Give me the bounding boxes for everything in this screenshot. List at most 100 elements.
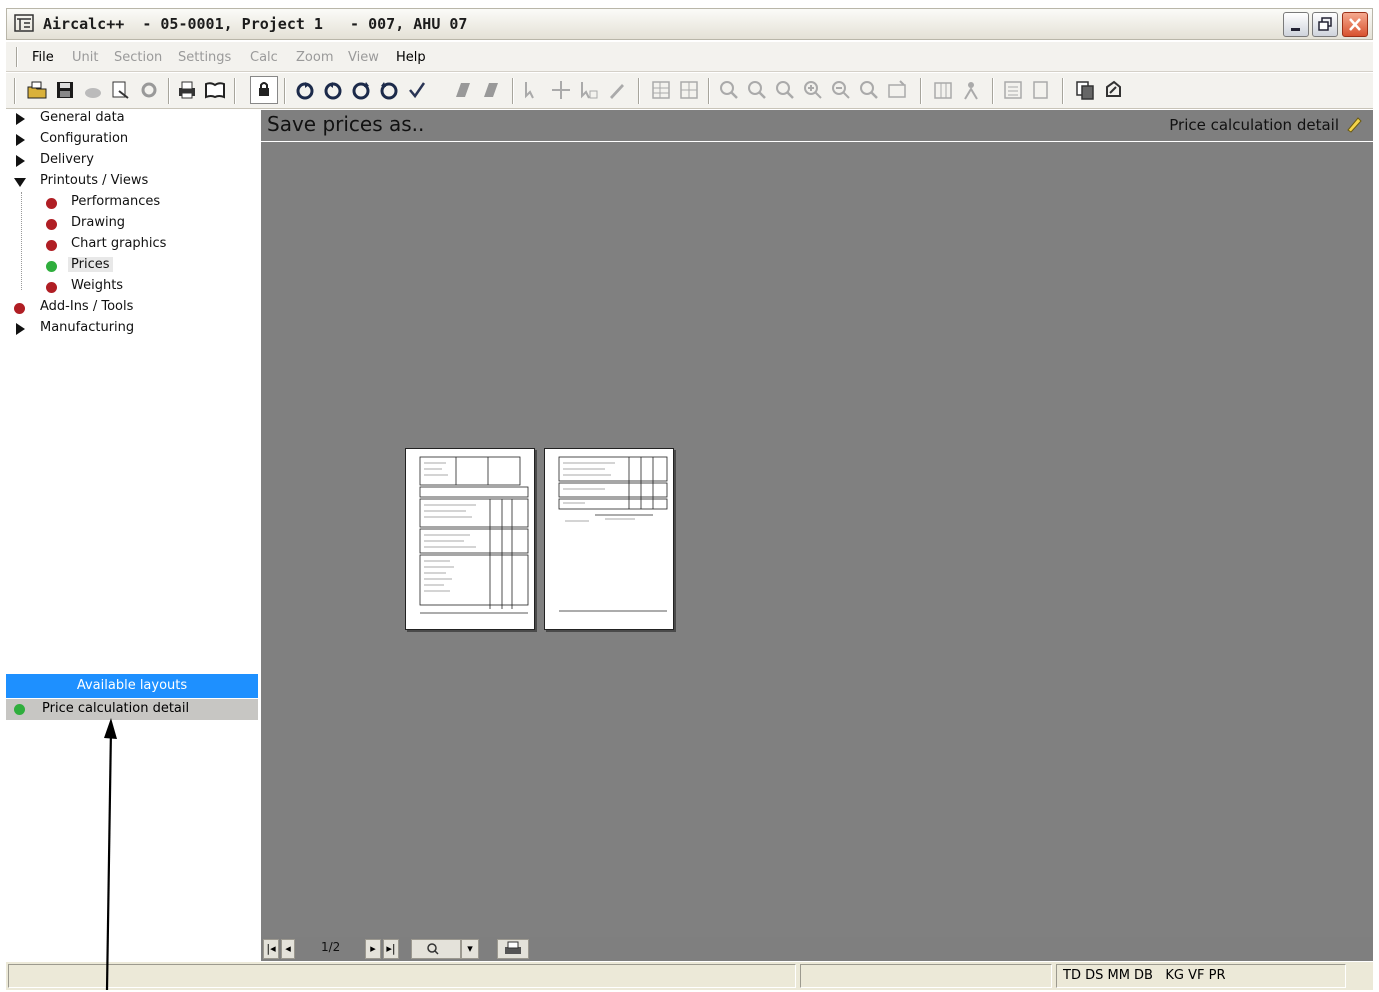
list-icon[interactable]	[1002, 79, 1024, 101]
zoom-out-icon[interactable]	[830, 79, 852, 101]
page-thumbnail[interactable]	[405, 448, 535, 630]
tree-item-prices[interactable]: Prices	[6, 257, 258, 278]
table-icon[interactable]	[650, 79, 672, 101]
zoom-dropdown[interactable]	[411, 939, 461, 959]
pencil-icon[interactable]	[1345, 115, 1363, 133]
first-page-button[interactable]: |◂	[263, 939, 279, 959]
cloud-icon[interactable]	[82, 79, 104, 101]
rotate-icon-3[interactable]	[350, 79, 372, 101]
zoom-dropdown-arrow[interactable]: ▾	[461, 939, 479, 959]
tree-item-label: Weights	[71, 278, 124, 293]
expand-arrow-icon[interactable]	[16, 155, 25, 167]
status-red-dot-icon	[46, 198, 57, 209]
menu-view[interactable]: View	[348, 50, 379, 65]
page-thumbnail[interactable]	[544, 448, 674, 630]
annotation-arrow-icon	[104, 718, 117, 991]
menu-file[interactable]: File	[32, 50, 54, 65]
tree-item-drawing[interactable]: Drawing	[6, 215, 258, 236]
expand-arrow-icon[interactable]	[16, 113, 25, 125]
check-icon[interactable]	[406, 79, 428, 101]
menu-settings[interactable]: Settings	[178, 50, 231, 65]
tree-item-add-ins-tools[interactable]: Add-Ins / Tools	[6, 299, 258, 320]
book-icon[interactable]	[204, 79, 226, 101]
collapse-arrow-icon[interactable]	[14, 178, 26, 187]
page-content-sketch	[419, 456, 529, 614]
page-content-sketch	[558, 456, 668, 612]
layout-item-price-calculation-detail[interactable]: Price calculation detail	[6, 699, 258, 720]
minimize-icon	[1291, 28, 1300, 31]
close-icon	[1349, 18, 1361, 31]
settings-icon[interactable]	[138, 79, 160, 101]
toolbar-separator	[1062, 78, 1064, 104]
restore-button[interactable]	[1312, 12, 1338, 37]
move-icon[interactable]	[550, 79, 572, 101]
tree-item-configuration[interactable]: Configuration	[6, 131, 258, 152]
print-icon[interactable]	[176, 79, 198, 101]
rotate-icon-4[interactable]	[378, 79, 400, 101]
navigation-tree: General data Configuration Delivery Prin…	[6, 110, 258, 665]
toolbar-separator	[168, 78, 170, 104]
printer-icon	[505, 941, 521, 954]
rotate-icon-2[interactable]	[322, 79, 344, 101]
menu-bar: File Unit Section Settings Calc Zoom Vie…	[6, 42, 1373, 72]
lock-icon	[259, 82, 269, 96]
preview-title: Save prices as..	[267, 112, 425, 136]
preview-header: Save prices as.. Price calculation detai…	[261, 110, 1373, 141]
tree-item-label: Performances	[71, 194, 161, 209]
tree-item-weights[interactable]: Weights	[6, 278, 258, 299]
prev-page-button[interactable]: ◂	[281, 939, 295, 959]
lock-button[interactable]	[250, 76, 278, 104]
menu-zoom[interactable]: Zoom	[296, 50, 333, 65]
close-button[interactable]	[1342, 12, 1368, 37]
copy-icon[interactable]	[1074, 79, 1096, 101]
zoom-fit-icon[interactable]	[858, 79, 880, 101]
menu-help[interactable]: Help	[396, 50, 426, 65]
expand-arrow-icon[interactable]	[16, 134, 25, 146]
tree-item-label: Configuration	[40, 131, 129, 146]
grid-icon[interactable]	[678, 79, 700, 101]
cursor-icon-2[interactable]	[578, 79, 600, 101]
export-icon[interactable]	[110, 79, 132, 101]
shape-icon-1[interactable]	[452, 79, 474, 101]
refresh-icon[interactable]	[1102, 79, 1124, 101]
toolbar-separator	[234, 78, 236, 104]
person-icon[interactable]	[960, 79, 982, 101]
next-page-button[interactable]: ▸	[365, 939, 381, 959]
columns-icon[interactable]	[932, 79, 954, 101]
tree-item-general-data[interactable]: General data	[6, 110, 258, 131]
pen-icon[interactable]	[606, 79, 628, 101]
toolbar-separator	[992, 78, 994, 104]
cursor-icon-1[interactable]	[522, 79, 544, 101]
zoom-icon-1[interactable]	[718, 79, 740, 101]
tree-item-manufacturing[interactable]: Manufacturing	[6, 320, 258, 341]
menu-calc[interactable]: Calc	[250, 50, 278, 65]
tree-item-chart-graphics[interactable]: Chart graphics	[6, 236, 258, 257]
menu-unit[interactable]: Unit	[72, 50, 98, 65]
tree-item-performances[interactable]: Performances	[6, 194, 258, 215]
tree-item-label: Manufacturing	[40, 320, 135, 335]
print-preview-button[interactable]	[497, 939, 529, 959]
app-icon	[14, 14, 34, 32]
tree-item-delivery[interactable]: Delivery	[6, 152, 258, 173]
layout-item-label: Price calculation detail	[42, 701, 190, 716]
tree-item-printouts-views[interactable]: Printouts / Views	[6, 173, 258, 194]
save-icon[interactable]	[54, 79, 76, 101]
toolbar	[6, 73, 1373, 109]
minimize-button[interactable]	[1283, 12, 1309, 37]
last-page-button[interactable]: ▸|	[383, 939, 399, 959]
document-icon[interactable]	[1030, 79, 1052, 101]
tree-item-label: General data	[40, 110, 125, 125]
open-folder-icon[interactable]	[26, 79, 48, 101]
menu-grip	[16, 47, 18, 67]
rotate-icon-1[interactable]	[294, 79, 316, 101]
zoom-icon-3[interactable]	[774, 79, 796, 101]
zoom-extent-icon[interactable]	[886, 79, 908, 101]
page-indicator: 1/2	[321, 940, 341, 954]
expand-arrow-icon[interactable]	[16, 323, 25, 335]
menu-section[interactable]: Section	[114, 50, 162, 65]
shape-icon-2[interactable]	[480, 79, 502, 101]
title-bar[interactable]: Aircalc++ - 05-0001, Project 1 - 007, AH…	[6, 8, 1373, 40]
status-green-dot-icon	[46, 261, 57, 272]
zoom-icon-2[interactable]	[746, 79, 768, 101]
zoom-in-icon[interactable]	[802, 79, 824, 101]
